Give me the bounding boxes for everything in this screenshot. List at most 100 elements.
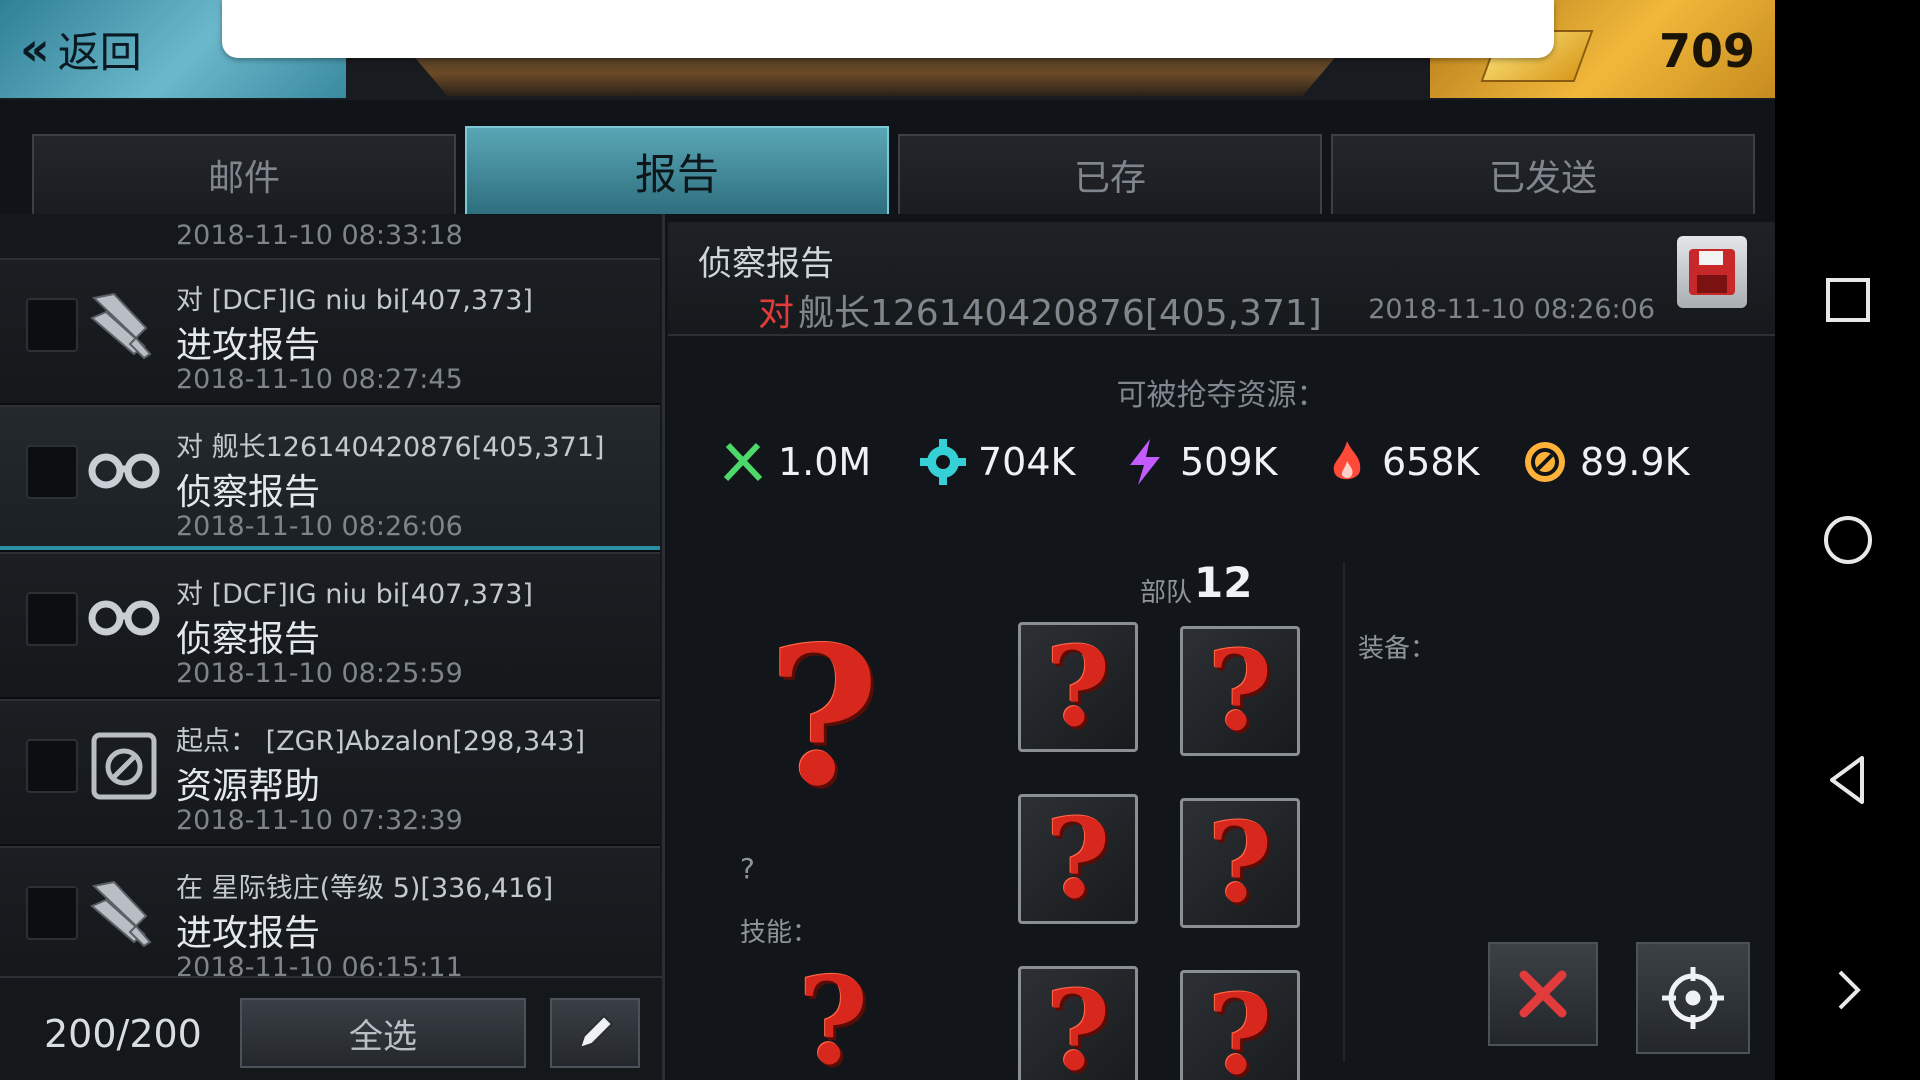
- report-heading: 侦察报告: [698, 244, 834, 284]
- attack-icon: [84, 284, 164, 364]
- resource-food: 1.0M: [718, 432, 871, 492]
- item-date: 2018-11-10 07:32:39: [176, 805, 463, 836]
- unknown-unit-icon: ?: [1207, 970, 1273, 1080]
- nav-expand-button[interactable]: [1775, 940, 1920, 1040]
- item-target: 对 [DCF]IG niu bi[407,373]: [176, 579, 533, 610]
- back-nav-button[interactable]: [1775, 730, 1920, 830]
- report-datetime: 2018-11-10 08:26:06: [1368, 294, 1655, 325]
- tab-saved[interactable]: 已存: [898, 134, 1322, 214]
- scout-icon: [84, 431, 164, 511]
- locate-target-button[interactable]: [1636, 942, 1750, 1054]
- troop-slot[interactable]: ?: [1180, 798, 1300, 928]
- item-checkbox[interactable]: [26, 739, 78, 793]
- energy-icon: [1130, 439, 1160, 485]
- unknown-unit-icon: ?: [1045, 794, 1111, 923]
- item-date: 2018-11-10 08:26:06: [176, 511, 463, 542]
- delete-report-button[interactable]: [1488, 942, 1598, 1046]
- floppy-disk-icon: [1689, 249, 1735, 295]
- item-target: 对 [DCF]IG niu bi[407,373]: [176, 285, 533, 316]
- resource-value: 1.0M: [778, 440, 872, 484]
- hero-name-unknown: ?: [740, 852, 755, 885]
- home-button[interactable]: [1775, 490, 1920, 590]
- loot-title: 可被抢夺资源：: [1116, 378, 1327, 413]
- item-target: 在 星际钱庄(等级 5)[336,416]: [176, 873, 554, 904]
- pencil-icon: [578, 1014, 614, 1050]
- tab-mail[interactable]: 邮件: [32, 134, 456, 214]
- troop-slot[interactable]: ?: [1180, 626, 1300, 756]
- list-item[interactable]: 起点： [ZGR]Abzalon[298,343] 资源帮助 2018-11-1…: [0, 699, 660, 846]
- item-title: 进攻报告: [176, 913, 321, 954]
- mail-count: 200/200: [44, 1012, 202, 1056]
- item-checkbox[interactable]: [26, 298, 78, 352]
- resource-value: 89.9K: [1580, 440, 1690, 484]
- game-screen: « 返回 709 邮件 报告 已存 已发送 2018-11-10 08:33:1…: [0, 0, 1775, 1080]
- resource-fuel: 658K: [1322, 432, 1479, 492]
- resource-value: 704K: [978, 440, 1076, 484]
- notification-popup[interactable]: [222, 0, 1554, 58]
- list-item[interactable]: 对 [DCF]IG niu bi[407,373] 进攻报告 2018-11-1…: [0, 258, 660, 405]
- report-to-label: 对: [758, 293, 795, 334]
- list-footer: 200/200 全选: [0, 976, 662, 1080]
- edit-button[interactable]: [550, 998, 640, 1068]
- gear-icon: [920, 439, 966, 485]
- item-title: 侦察报告: [176, 472, 321, 513]
- report-header: 侦察报告 对 舰长126140420876[405,371] 2018-11-1…: [668, 222, 1775, 336]
- square-icon: [1825, 278, 1870, 322]
- skills-label: 技能：: [740, 918, 819, 948]
- item-target: 对 舰长126140420876[405,371]: [176, 432, 605, 463]
- tab-reports[interactable]: 报告: [465, 126, 889, 214]
- troop-slot[interactable]: ?: [1180, 970, 1300, 1080]
- troop-slot[interactable]: ?: [1018, 966, 1138, 1080]
- fire-icon: [1333, 441, 1361, 480]
- system-nav-bar: [1775, 0, 1920, 1080]
- unknown-skill-icon: ?: [798, 951, 869, 1080]
- list-item-date: 2018-11-10 08:33:18: [176, 220, 463, 251]
- save-report-button[interactable]: [1677, 236, 1747, 308]
- resource-energy: 509K: [1120, 432, 1277, 492]
- list-item[interactable]: 对 舰长126140420876[405,371] 侦察报告 2018-11-1…: [0, 405, 660, 552]
- equipment-label: 装备：: [1358, 634, 1437, 664]
- mail-tabs: 邮件 报告 已存 已发送: [32, 126, 1755, 214]
- item-date: 2018-11-10 06:15:11: [176, 952, 463, 978]
- resource-steel: 704K: [918, 432, 1075, 492]
- circle-icon: [1823, 516, 1872, 564]
- list-item[interactable]: 在 星际钱庄(等级 5)[336,416] 进攻报告 2018-11-10 06…: [0, 846, 660, 978]
- report-detail: 侦察报告 对 舰长126140420876[405,371] 2018-11-1…: [668, 222, 1775, 1080]
- resource-help-icon: [84, 725, 164, 805]
- unknown-unit-icon: ?: [1045, 622, 1111, 751]
- unknown-hero-icon: ?: [768, 605, 880, 828]
- item-title: 侦察报告: [176, 619, 321, 660]
- item-date: 2018-11-10 08:25:59: [176, 658, 463, 689]
- resource-value: 509K: [1180, 440, 1278, 484]
- resource-coin: 89.9K: [1520, 432, 1690, 492]
- double-chevron-left-icon: «: [20, 22, 50, 76]
- divider: [1343, 562, 1345, 1062]
- troop-slot[interactable]: ?: [1018, 794, 1138, 924]
- item-checkbox[interactable]: [26, 445, 78, 499]
- unknown-unit-icon: ?: [1207, 626, 1273, 755]
- unknown-unit-icon: ?: [1045, 966, 1111, 1080]
- item-title: 资源帮助: [176, 766, 321, 807]
- item-date: 2018-11-10 08:27:45: [176, 364, 463, 395]
- coin-icon: [1525, 442, 1565, 482]
- scout-icon: [84, 578, 164, 658]
- tab-sent[interactable]: 已发送: [1331, 134, 1755, 214]
- item-checkbox[interactable]: [26, 886, 78, 940]
- report-list[interactable]: 2018-11-10 08:33:18 对 [DCF]IG niu bi[407…: [0, 214, 665, 1080]
- report-target[interactable]: 舰长126140420876[405,371]: [798, 284, 1322, 336]
- triangle-back-icon: [1829, 756, 1864, 804]
- unknown-unit-icon: ?: [1207, 798, 1273, 927]
- food-icon: [723, 442, 763, 482]
- item-checkbox[interactable]: [26, 592, 78, 646]
- recent-apps-button[interactable]: [1775, 250, 1920, 350]
- select-all-button[interactable]: 全选: [240, 998, 526, 1068]
- resource-value: 658K: [1382, 440, 1480, 484]
- troops-count: 12: [1194, 558, 1253, 607]
- crosshair-icon: [1662, 967, 1724, 1029]
- list-item[interactable]: 对 [DCF]IG niu bi[407,373] 侦察报告 2018-11-1…: [0, 552, 660, 699]
- back-label: 返回: [57, 27, 142, 77]
- troops-label: 部队: [1140, 578, 1193, 608]
- chevron-right-icon: [1838, 970, 1861, 1010]
- troop-slot[interactable]: ?: [1018, 622, 1138, 752]
- item-title: 进攻报告: [176, 325, 321, 366]
